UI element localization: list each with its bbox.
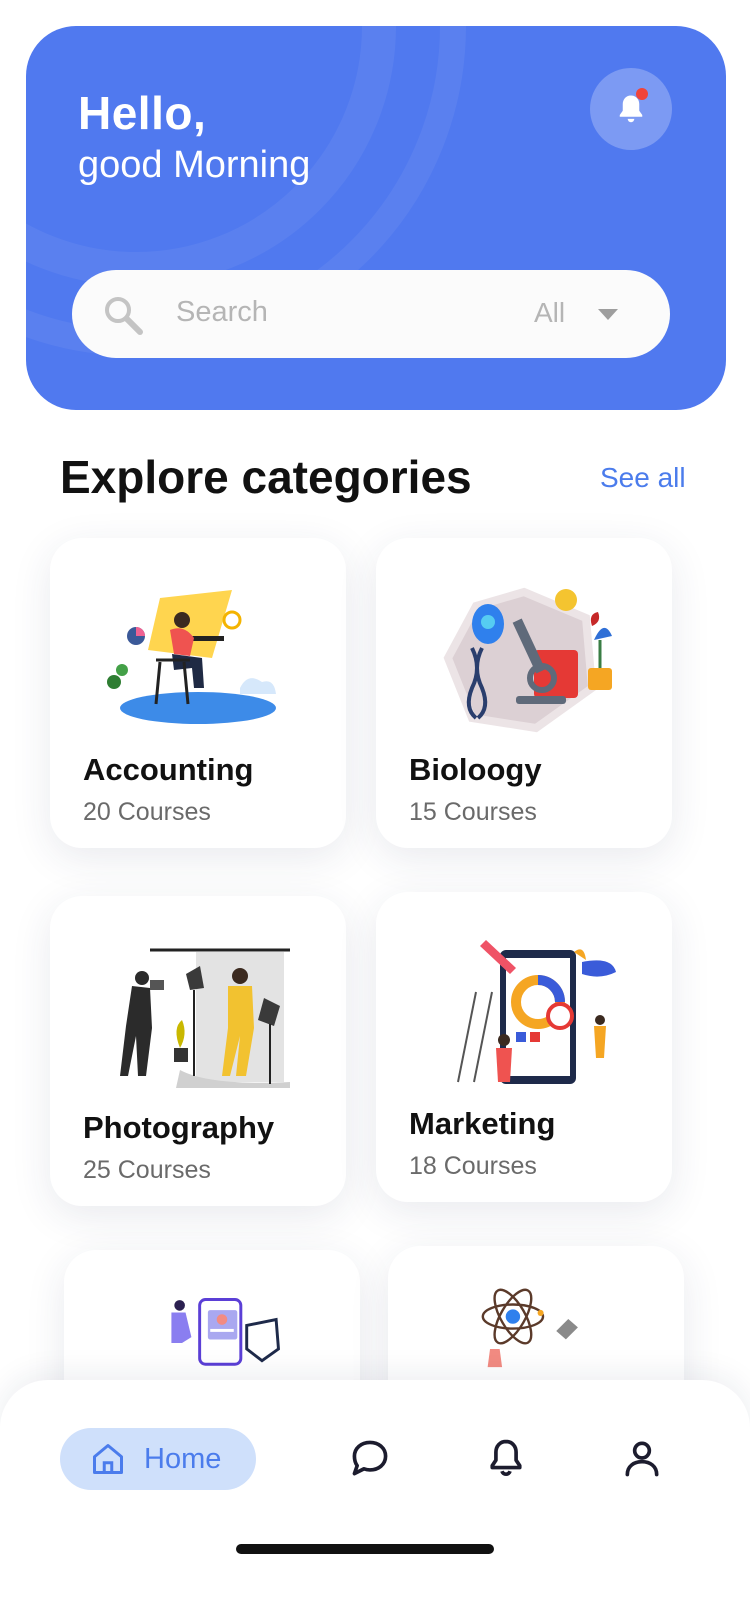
chevron-down-icon[interactable] xyxy=(597,308,619,322)
science-illustration xyxy=(481,1288,578,1368)
category-course-count: 15 Courses xyxy=(409,798,537,826)
notification-dot xyxy=(636,88,648,100)
home-indicator xyxy=(236,1544,494,1554)
bottom-navigation: Home xyxy=(0,1380,750,1624)
greeting-title: Hello, xyxy=(78,87,207,139)
search-input[interactable]: Search xyxy=(176,296,268,329)
accounting-illustration xyxy=(107,590,276,724)
category-card-accounting[interactable]: Accounting 20 Courses xyxy=(50,538,346,848)
see-all-link[interactable]: See all xyxy=(600,462,686,494)
category-card-photography[interactable]: Photography 25 Courses xyxy=(50,896,346,1206)
nav-home[interactable]: Home xyxy=(60,1428,256,1490)
marketing-illustration xyxy=(457,940,616,1084)
biology-illustration xyxy=(443,587,612,733)
home-icon xyxy=(93,1444,123,1474)
category-course-count: 18 Courses xyxy=(409,1152,537,1180)
category-name: Photography xyxy=(83,1110,275,1145)
search-icon xyxy=(105,297,143,335)
photography-illustration xyxy=(120,948,290,1088)
category-name: Marketing xyxy=(409,1106,556,1141)
category-card-marketing[interactable]: Marketing 18 Courses xyxy=(376,892,672,1202)
category-name: Accounting xyxy=(83,752,254,787)
chat-icon[interactable] xyxy=(348,1436,392,1480)
profile-icon[interactable] xyxy=(620,1436,664,1480)
category-course-count: 25 Courses xyxy=(83,1156,211,1184)
bell-icon[interactable] xyxy=(484,1436,528,1480)
category-course-count: 20 Courses xyxy=(83,798,211,826)
search-bar[interactable]: Search All xyxy=(72,270,670,358)
category-card-biology[interactable]: Bioloogy 15 Courses xyxy=(376,538,672,848)
header-banner: Hello, good Morning Search All xyxy=(26,26,726,410)
notification-button[interactable] xyxy=(590,68,672,150)
section-title: Explore categories xyxy=(60,451,472,503)
nav-home-label: Home xyxy=(144,1443,222,1475)
category-name: Bioloogy xyxy=(409,752,542,787)
greeting-subtitle: good Morning xyxy=(78,144,311,186)
search-filter-dropdown[interactable]: All xyxy=(534,297,565,329)
